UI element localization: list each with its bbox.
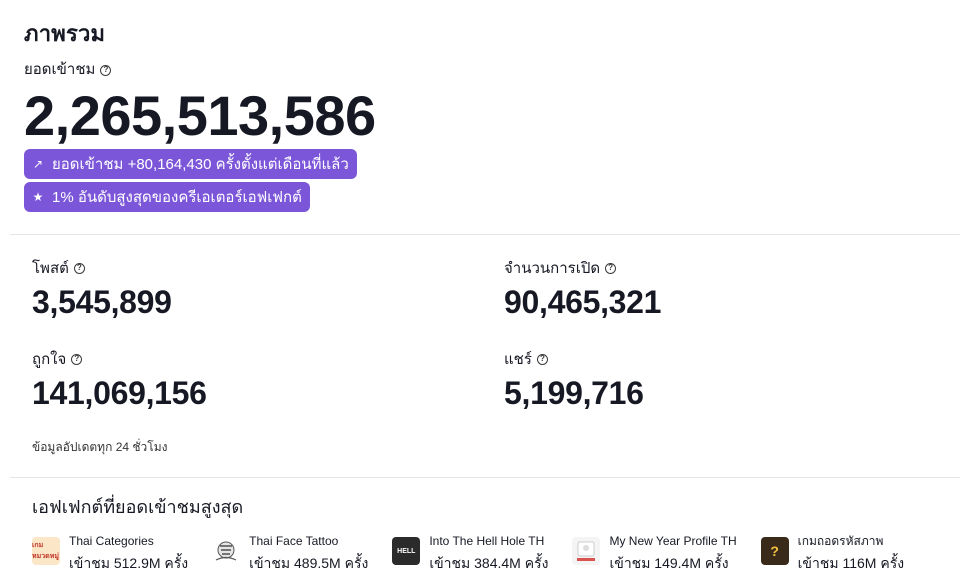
help-icon[interactable]: ? — [605, 262, 617, 274]
top-effects-section: เอฟเฟกต์ที่ยอดเข้าชมสูงสุด เกม หมวดหมู่ … — [32, 495, 932, 574]
top-creator-badge: ★ 1% อันดับสูงสุดของครีเอเตอร์เอฟเฟกต์ — [24, 182, 310, 212]
shares-value: 5,199,716 — [504, 375, 644, 411]
update-note: ข้อมูลอัปเดตทุก 24 ชั่วโมง — [32, 440, 168, 454]
stat-shares: แชร์ ? 5,199,716 — [504, 349, 644, 411]
effect-thumbnail: เกม หมวดหมู่ — [32, 537, 60, 565]
help-icon[interactable]: ? — [73, 262, 85, 274]
help-icon[interactable]: ? — [536, 353, 548, 365]
effect-thumbnail — [572, 537, 601, 565]
divider — [10, 477, 960, 478]
effect-name: Thai Face Tattoo — [249, 534, 339, 548]
effect-item[interactable]: เกม หมวดหมู่ Thai Categories เข้าชม 512.… — [32, 533, 188, 574]
effect-views: เข้าชม 116M ครั้ง — [797, 555, 905, 571]
posts-label: โพสต์ — [32, 260, 69, 277]
effect-name: Into The Hell Hole TH — [429, 534, 545, 548]
posts-value: 3,545,899 — [32, 284, 172, 320]
likes-label: ถูกใจ — [32, 351, 67, 368]
effect-views: เข้าชม 384.4M ครั้ง — [429, 555, 549, 571]
top-effects-title: เอฟเฟกต์ที่ยอดเข้าชมสูงสุด — [32, 497, 244, 517]
stat-opens: จำนวนการเปิด ? 90,465,321 — [504, 258, 661, 320]
views-growth-badge: ↗ ยอดเข้าชม +80,164,430 ครั้งตั้งแต่เดือ… — [24, 149, 357, 179]
effect-thumbnail: ? — [760, 537, 789, 565]
effect-item[interactable]: HELL Into The Hell Hole TH เข้าชม 384.4M… — [392, 533, 548, 574]
effect-thumbnail — [212, 537, 241, 565]
profile-frame-icon — [577, 541, 596, 561]
trend-up-icon: ↗ — [32, 157, 44, 171]
effect-name: เกมถอดรหัสภาพ — [797, 534, 884, 548]
effect-thumbnail: HELL — [392, 537, 421, 565]
effect-name: Thai Categories — [69, 534, 154, 548]
overview-section: ภาพรวม ยอดเข้าชม ? 2,265,513,586 ↗ ยอดเข… — [24, 20, 944, 212]
effect-name: My New Year Profile TH — [609, 534, 737, 548]
effect-views: เข้าชม 512.9M ครั้ง — [69, 555, 189, 571]
star-icon: ★ — [32, 190, 44, 204]
divider — [10, 234, 960, 235]
opens-label: จำนวนการเปิด — [504, 260, 601, 277]
likes-value: 141,069,156 — [32, 375, 207, 411]
effect-list: เกม หมวดหมู่ Thai Categories เข้าชม 512.… — [32, 533, 932, 574]
face-tattoo-icon — [215, 541, 237, 561]
stat-posts: โพสต์ ? 3,545,899 — [32, 258, 172, 320]
shares-label: แชร์ — [504, 351, 532, 368]
views-total: 2,265,513,586 — [24, 84, 376, 147]
effect-views: เข้าชม 489.5M ครั้ง — [249, 555, 369, 571]
views-label: ยอดเข้าชม — [24, 61, 96, 78]
effect-views: เข้าชม 149.4M ครั้ง — [609, 555, 729, 571]
opens-value: 90,465,321 — [504, 284, 662, 320]
page-title: ภาพรวม — [24, 21, 106, 46]
help-icon[interactable]: ? — [71, 353, 83, 365]
help-icon[interactable]: ? — [100, 64, 112, 76]
effect-item[interactable]: ? เกมถอดรหัสภาพ เข้าชม 116M ครั้ง — [760, 533, 905, 574]
effect-item[interactable]: Thai Face Tattoo เข้าชม 489.5M ครั้ง — [212, 533, 368, 574]
top-creator-text: 1% อันดับสูงสุดของครีเอเตอร์เอฟเฟกต์ — [52, 189, 302, 206]
views-growth-text: ยอดเข้าชม +80,164,430 ครั้งตั้งแต่เดือนท… — [52, 156, 349, 173]
stat-likes: ถูกใจ ? 141,069,156 — [32, 349, 207, 411]
effect-item[interactable]: My New Year Profile TH เข้าชม 149.4M ครั… — [572, 533, 737, 574]
